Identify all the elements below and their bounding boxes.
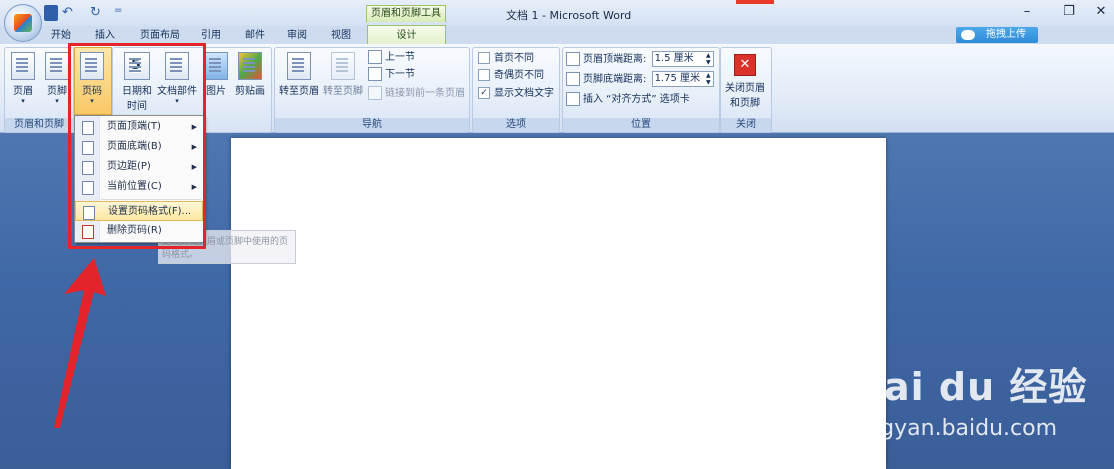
- watermark-url: jingyan.baidu.com: [854, 416, 1058, 441]
- header-footer-tools-label: 页眉和页脚工具: [366, 5, 446, 22]
- group-close-label: 关闭: [721, 118, 771, 132]
- tab-review[interactable]: 审阅: [280, 28, 314, 44]
- close-header-footer-label-2: 和页脚: [730, 98, 760, 109]
- footer-distance-spinner[interactable]: 1.75 厘米 ▲ ▼: [651, 71, 714, 87]
- close-button[interactable]: ✕: [1088, 3, 1114, 21]
- alignment-tab-icon: [566, 92, 580, 106]
- restore-button[interactable]: ❐: [1056, 3, 1082, 21]
- baidu-jingyan-watermark: Bai du 经验 jingyan.baidu.com: [840, 350, 1110, 450]
- header-distance-spinner[interactable]: 1.5 厘米 ▲ ▼: [651, 51, 714, 67]
- office-button[interactable]: [4, 4, 42, 42]
- prev-section-icon: [368, 50, 382, 64]
- clipart-label: 剪贴画: [235, 86, 265, 97]
- upload-label: 拖拽上传: [986, 29, 1026, 40]
- header-distance-icon: [566, 52, 580, 66]
- group-navigation-label: 导航: [275, 118, 469, 132]
- close-header-footer-label-1: 关闭页眉: [725, 83, 765, 94]
- window-title: 文档 1 - Microsoft Word: [506, 9, 632, 22]
- group-position-label: 位置: [563, 118, 719, 132]
- goto-footer-icon: [331, 52, 355, 80]
- show-text-checkbox[interactable]: ✓ 显示文档文字: [478, 86, 554, 102]
- first-page-checkbox[interactable]: 首页不同: [478, 51, 534, 67]
- header-icon: [11, 52, 35, 80]
- top-accent-bar: [736, 0, 774, 4]
- qat-more-icon[interactable]: =: [114, 5, 122, 21]
- show-text-label: 显示文档文字: [494, 88, 554, 99]
- tab-design[interactable]: 设计: [367, 25, 446, 46]
- picture-icon: [204, 52, 228, 80]
- footer-distance-value: 1.75 厘米: [654, 73, 701, 84]
- header-button[interactable]: 页眉 ▾: [8, 52, 38, 105]
- first-page-label: 首页不同: [494, 53, 534, 64]
- insert-alignment-tab-label: 插入 “对齐方式” 选项卡: [583, 94, 690, 105]
- goto-header-label: 转至页眉: [279, 86, 319, 97]
- picture-button[interactable]: 图片: [202, 52, 230, 97]
- prev-section-label: 上一节: [385, 52, 415, 63]
- footer-distance-row: 页脚底端距离: 1.75 厘米 ▲ ▼: [566, 71, 714, 87]
- goto-footer-label: 转至页脚: [323, 86, 363, 97]
- link-icon: [368, 86, 382, 100]
- checkbox-box: [478, 69, 490, 81]
- tab-insert[interactable]: 插入: [88, 28, 122, 44]
- office-logo-icon: [14, 14, 32, 32]
- header-distance-row: 页眉顶端距离: 1.5 厘米 ▲ ▼: [566, 51, 714, 67]
- tab-home[interactable]: 开始: [44, 28, 78, 44]
- clipart-icon: [238, 52, 262, 80]
- next-section-label: 下一节: [385, 69, 415, 80]
- chevron-down-icon: ▾: [21, 97, 25, 105]
- goto-header-icon: [287, 52, 311, 80]
- save-icon[interactable]: [44, 5, 58, 21]
- tab-mailings[interactable]: 邮件: [238, 28, 272, 44]
- footer-icon: [45, 52, 69, 80]
- clipart-button[interactable]: 剪贴画: [232, 52, 268, 97]
- tab-references[interactable]: 引用: [194, 28, 228, 44]
- document-page[interactable]: [231, 138, 886, 469]
- redo-icon[interactable]: ↻: [90, 5, 101, 21]
- prev-section-button[interactable]: 上一节: [368, 50, 415, 66]
- goto-footer-button[interactable]: 转至页脚: [322, 52, 364, 97]
- group-header-footer-label: 页眉和页脚: [5, 118, 73, 132]
- tab-page-layout[interactable]: 页面布局: [134, 28, 186, 44]
- odd-even-checkbox[interactable]: 奇偶页不同: [478, 68, 544, 84]
- next-section-button[interactable]: 下一节: [368, 67, 415, 83]
- link-previous-label: 链接到前一条页眉: [385, 88, 465, 99]
- spinner-arrows-icon: ▲ ▼: [705, 52, 711, 66]
- footer-distance-label: 页脚底端距离:: [583, 74, 647, 85]
- annotation-arrow-icon: [54, 258, 106, 428]
- cloud-icon: [961, 30, 975, 40]
- check-mark-icon: ✓: [478, 87, 490, 99]
- upload-button[interactable]: 拖拽上传: [956, 27, 1038, 43]
- group-options-label: 选项: [473, 118, 559, 132]
- odd-even-label: 奇偶页不同: [494, 70, 544, 81]
- close-header-footer-button[interactable]: ✕ 关闭页眉 和页脚: [722, 52, 768, 109]
- tab-view[interactable]: 视图: [324, 28, 358, 44]
- close-header-footer-icon: ✕: [734, 54, 756, 76]
- header-distance-label: 页眉顶端距离:: [583, 54, 647, 65]
- footer-distance-icon: [566, 72, 580, 86]
- footer-button-label: 页脚: [47, 86, 67, 97]
- goto-header-button[interactable]: 转至页眉: [278, 52, 320, 97]
- checkbox-box: [478, 52, 490, 64]
- spinner-arrows-icon: ▲ ▼: [705, 72, 711, 86]
- minimize-button[interactable]: –: [1014, 3, 1040, 21]
- insert-alignment-tab-button[interactable]: 插入 “对齐方式” 选项卡: [566, 92, 690, 108]
- link-previous-button[interactable]: 链接到前一条页眉: [368, 86, 465, 102]
- header-distance-value: 1.5 厘米: [654, 53, 694, 64]
- header-button-label: 页眉: [13, 86, 33, 97]
- next-section-icon: [368, 67, 382, 81]
- annotation-highlight-frame: [68, 43, 206, 249]
- watermark-brand: Bai du 经验: [854, 365, 1088, 409]
- undo-icon[interactable]: ↶: [62, 5, 73, 21]
- picture-label: 图片: [206, 86, 226, 97]
